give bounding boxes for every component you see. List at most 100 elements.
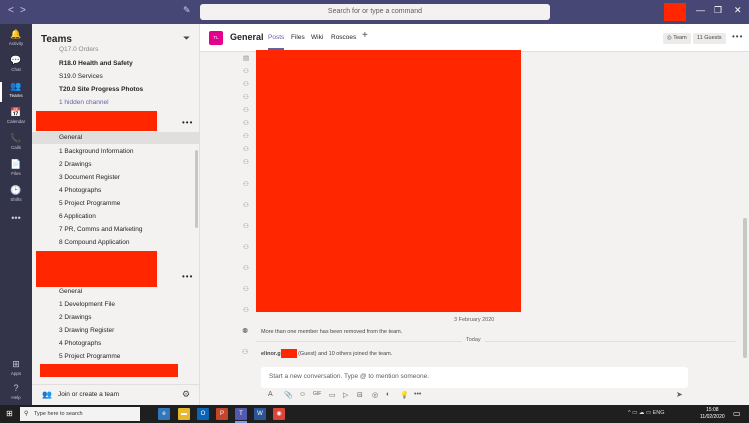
gif-icon[interactable]: GIF (313, 391, 321, 397)
more-options-icon[interactable]: ••• (414, 391, 421, 398)
forward-icon[interactable]: > (20, 5, 26, 16)
back-icon[interactable]: < (8, 5, 14, 16)
team-chip[interactable]: ◎ Team (663, 33, 691, 44)
redacted-content (256, 50, 521, 312)
team-chip-label: Team (673, 35, 687, 41)
channel-item[interactable]: 4 Photographs (59, 340, 101, 347)
praise-icon[interactable]: ◐ (386, 391, 390, 398)
redacted-team-name[interactable] (36, 251, 157, 287)
system-tray[interactable]: ^ ▭ ☁ ▭ ENG (628, 410, 665, 416)
send-icon[interactable]: ➤ (676, 390, 683, 399)
member-event-icon: ⚇ (243, 146, 249, 153)
member-event-icon: ⚇ (243, 244, 249, 251)
rail-calls[interactable]: 📞 Calls (0, 132, 32, 156)
channel-item[interactable]: 3 Document Register (59, 174, 120, 181)
schedule-icon[interactable]: ⊟ (357, 391, 363, 399)
taskbar-search-input[interactable]: ⚲ Type here to search (20, 407, 140, 421)
member-joined-icon: ⚇ (242, 349, 249, 356)
help-icon: ? (13, 383, 19, 393)
outlook-icon[interactable]: O (197, 408, 209, 420)
add-tab-icon[interactable]: + (362, 30, 368, 41)
chrome-icon[interactable]: ◉ (273, 408, 285, 420)
header-more-icon[interactable]: ••• (732, 32, 743, 41)
close-icon[interactable]: ✕ (734, 5, 742, 16)
meet-icon[interactable]: ▷ (343, 391, 348, 399)
gear-icon[interactable]: ⚙ (182, 389, 190, 400)
rail-label: Apps (10, 371, 22, 376)
profile-avatar[interactable] (664, 3, 686, 21)
windows-start-icon[interactable]: ⊞ (6, 409, 13, 418)
attach-icon[interactable]: 📎 (284, 391, 293, 399)
command-search-input[interactable]: Search for or type a command (200, 4, 550, 20)
rail-label: Activity (8, 41, 24, 46)
member-event-icon: ⚇ (243, 159, 249, 166)
join-or-create-team[interactable]: 👥 Join or create a team ⚙ (32, 384, 199, 405)
redacted-team-name[interactable] (40, 364, 178, 377)
edge-icon[interactable]: e (158, 408, 170, 420)
tab-roscoes[interactable]: Roscoes (331, 34, 356, 41)
posts-feed: ▤ ⚇ ⚇ ⚇ ⚇ ⚇ ⚇ ⚇ ⚇ ⚇ ⚇ ⚇ ⚇ ⚇ ⚇ ⚇ 3 Februa… (200, 50, 749, 364)
team-more-icon[interactable]: ••• (182, 118, 193, 127)
channel-item[interactable]: 4 Photographs (59, 187, 101, 194)
guest-name[interactable]: elinor.g (261, 351, 281, 357)
format-icon[interactable]: A (268, 391, 273, 398)
notification-icon[interactable]: ▭ (733, 409, 741, 418)
rail-activity[interactable]: 🔔 Activity (0, 28, 32, 52)
team-more-icon[interactable]: ••• (182, 272, 193, 281)
stream-icon[interactable]: ◎ (372, 391, 378, 399)
redacted-team-name[interactable] (36, 111, 157, 131)
hidden-channels-link[interactable]: 1 hidden channel (59, 99, 109, 106)
channel-item[interactable]: 5 Project Programme (59, 200, 120, 207)
rail-teams[interactable]: 👥 Teams (0, 80, 32, 104)
teams-icon: 👥 (10, 81, 22, 91)
new-chat-icon[interactable]: ✎ (183, 5, 191, 16)
minimize-icon[interactable]: — (696, 5, 705, 15)
channel-item[interactable]: 1 Background Information (59, 148, 133, 155)
title-bar: < > ✎ Search for or type a command — ❐ ✕ (0, 0, 749, 24)
file-explorer-icon[interactable]: ▬ (178, 408, 190, 420)
channel-item[interactable]: R18.0 Health and Safety (59, 60, 133, 67)
powerpoint-icon[interactable]: P (216, 408, 228, 420)
guests-chip[interactable]: 11 Guests (693, 33, 726, 44)
system-message: More than one member has been removed fr… (261, 329, 403, 335)
rail-shifts[interactable]: 🕑 Shifts (0, 184, 32, 208)
member-event-icon: ⚇ (243, 223, 249, 230)
channel-item[interactable]: 3 Drawing Register (59, 327, 114, 334)
channel-item[interactable]: 7 PR, Comms and Marketing (59, 226, 142, 233)
rail-chat[interactable]: 💬 Chat (0, 54, 32, 78)
emoji-icon[interactable]: ☺ (299, 391, 306, 398)
calendar-icon: 📅 (10, 107, 22, 117)
channel-item-general[interactable]: General (59, 134, 82, 141)
tab-posts[interactable]: Posts (268, 34, 285, 50)
lightbulb-icon[interactable]: 💡 (400, 391, 409, 399)
rail-calendar[interactable]: 📅 Calendar (0, 106, 32, 130)
maximize-icon[interactable]: ❐ (714, 5, 722, 16)
channel-item[interactable]: 5 Project Programme (59, 353, 120, 360)
posts-scrollbar[interactable] (743, 218, 747, 358)
channel-item[interactable]: 2 Drawings (59, 314, 92, 321)
channel-item[interactable]: 2 Drawings (59, 161, 92, 168)
channel-item[interactable]: S19.0 Services (59, 73, 103, 80)
tab-files[interactable]: Files (291, 34, 305, 41)
filter-icon[interactable]: ⏷ (183, 33, 190, 44)
rail-more[interactable]: ••• (0, 212, 32, 236)
channel-item[interactable]: Q17.0 Orders (59, 46, 98, 53)
channel-item[interactable]: General (59, 288, 82, 295)
taskbar-clock[interactable]: 15:08 11/02/2020 (700, 407, 725, 421)
sidebar-scrollbar[interactable] (195, 150, 198, 228)
word-icon[interactable]: W (254, 408, 266, 420)
compose-box[interactable]: Start a new conversation. Type @ to ment… (261, 367, 688, 388)
tab-wiki[interactable]: Wiki (311, 34, 323, 41)
compose-input[interactable]: Start a new conversation. Type @ to ment… (269, 373, 429, 380)
teams-sidebar: Teams ⏷ Q17.0 Orders R18.0 Health and Sa… (32, 24, 200, 405)
channel-item[interactable]: T20.0 Site Progress Photos (59, 86, 143, 93)
bell-icon: 🔔 (10, 29, 22, 39)
teams-app-icon[interactable]: T (235, 408, 247, 423)
channel-item[interactable]: 6 Application (59, 213, 96, 220)
rail-files[interactable]: 📄 Files (0, 158, 32, 182)
sticker-icon[interactable]: ▭ (329, 391, 336, 399)
channel-item[interactable]: 8 Compound Application (59, 239, 129, 246)
rail-help[interactable]: ? Help (0, 382, 32, 406)
channel-item[interactable]: 1 Development File (59, 301, 115, 308)
rail-apps[interactable]: ⊞ Apps (0, 358, 32, 382)
